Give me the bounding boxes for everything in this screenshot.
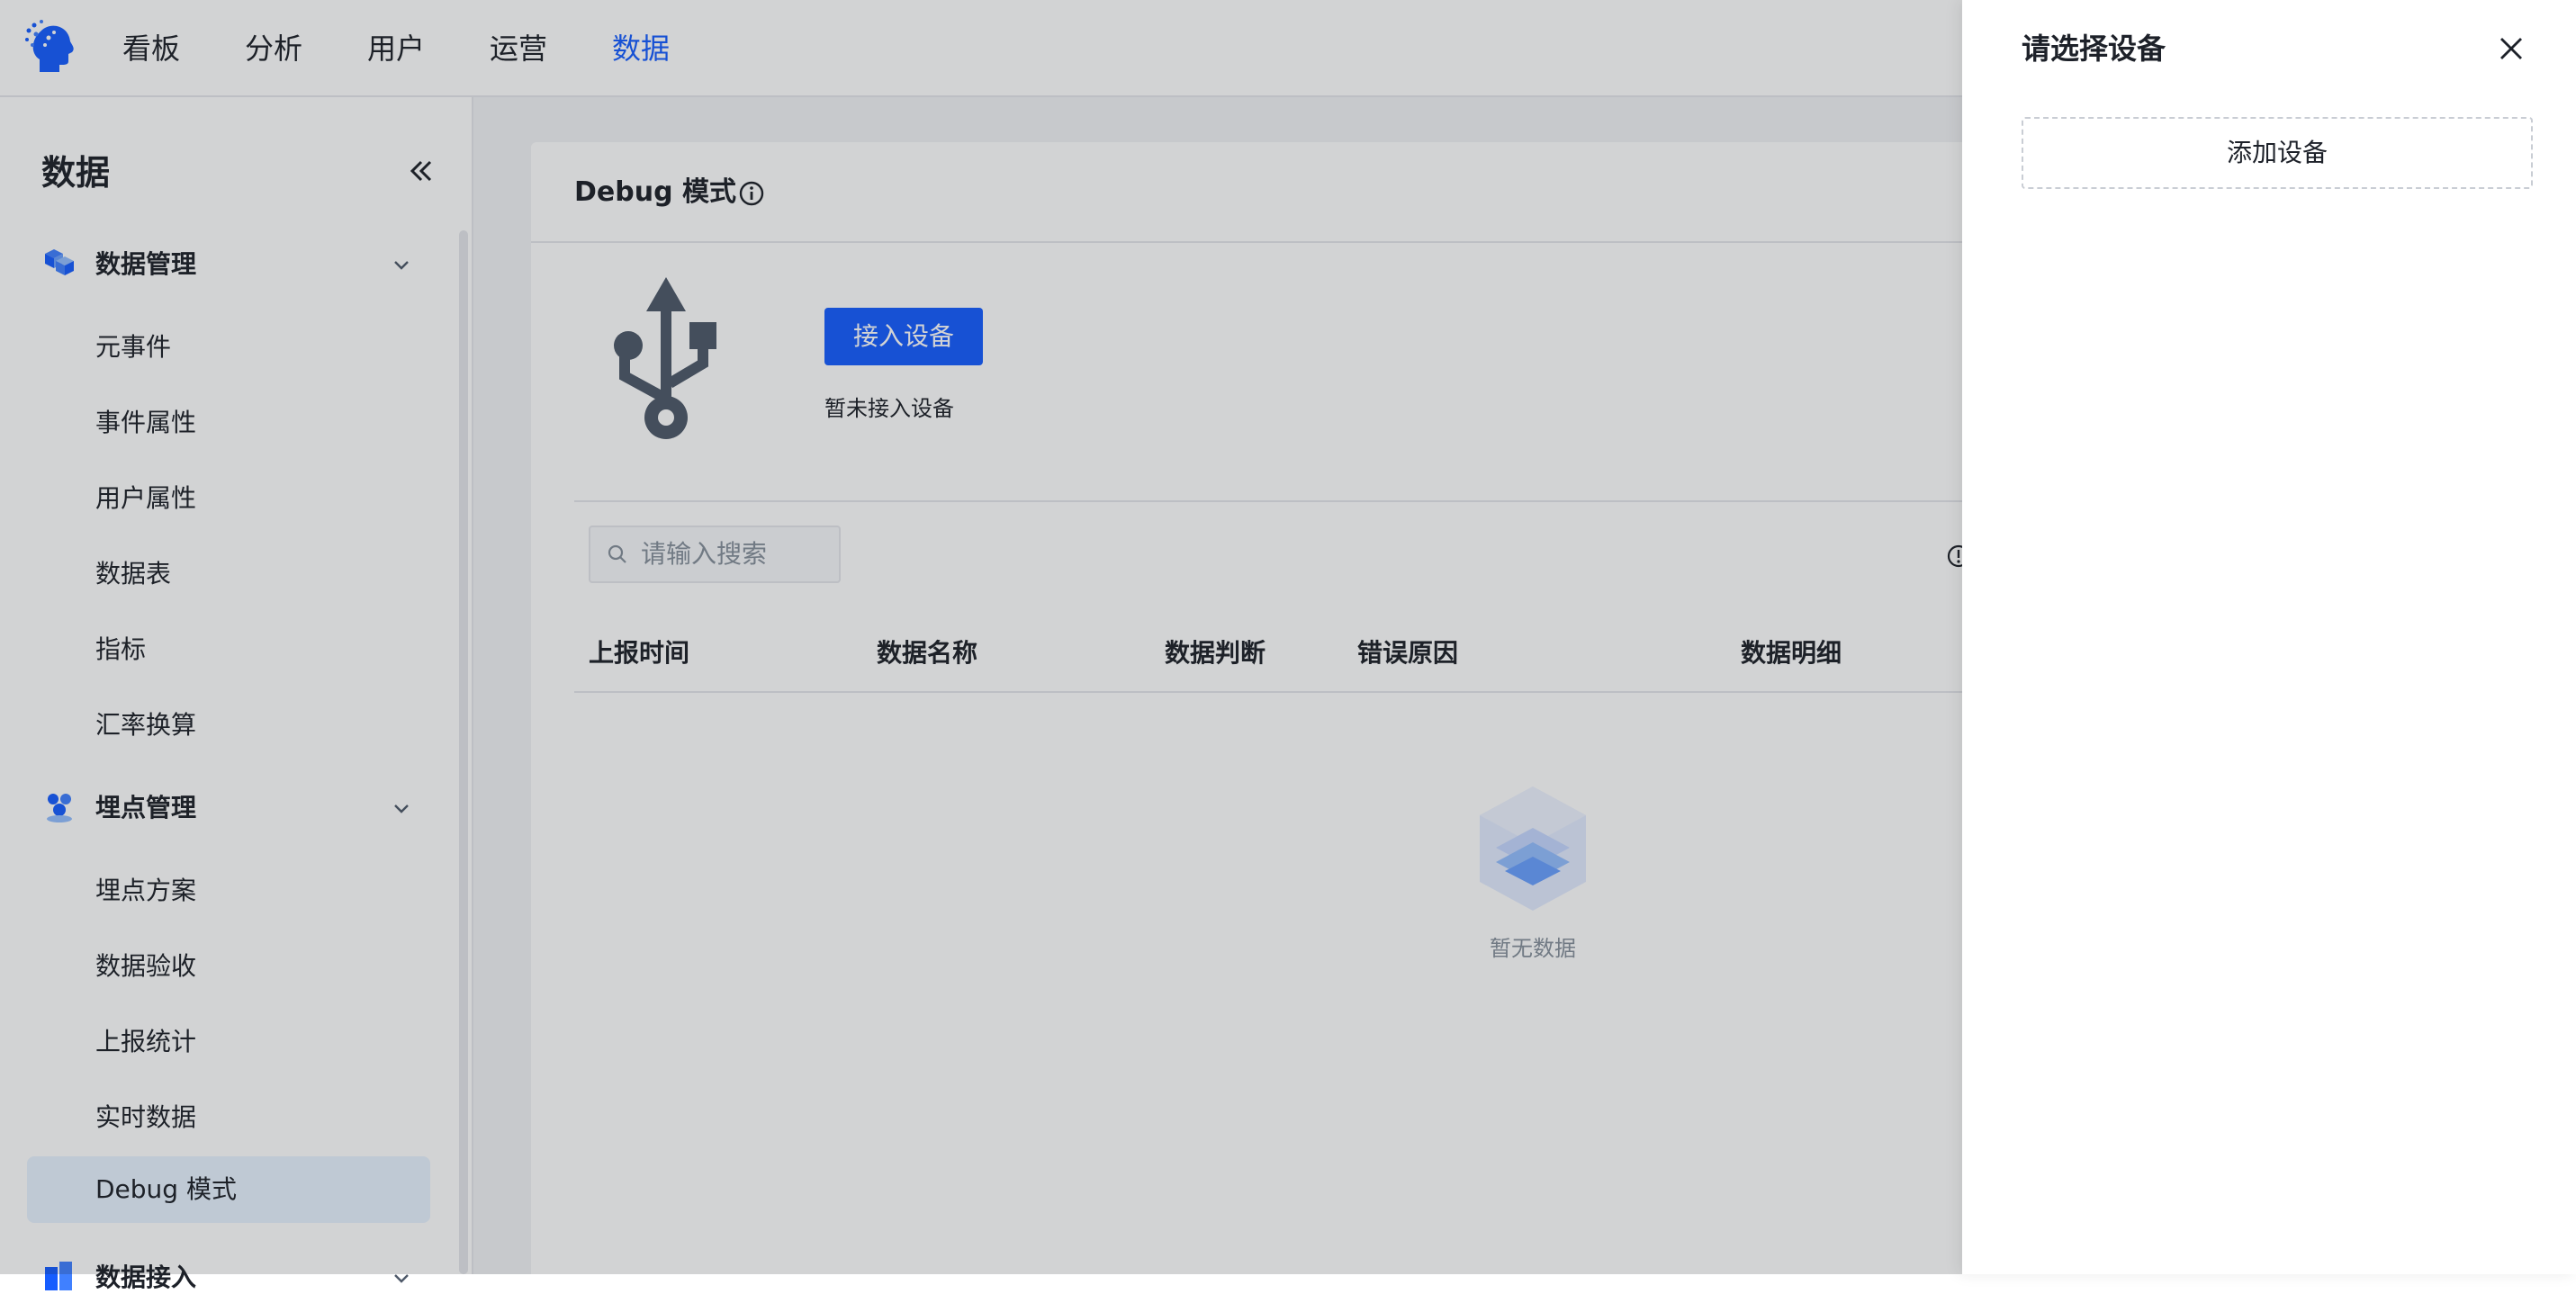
drawer-title: 请选择设备 [2022, 31, 2166, 66]
select-device-drawer: 请选择设备 添加设备 [1962, 0, 2576, 1274]
add-device-button[interactable]: 添加设备 [2022, 117, 2533, 189]
close-icon[interactable] [2497, 34, 2526, 63]
modal-overlay[interactable] [0, 0, 1962, 1274]
